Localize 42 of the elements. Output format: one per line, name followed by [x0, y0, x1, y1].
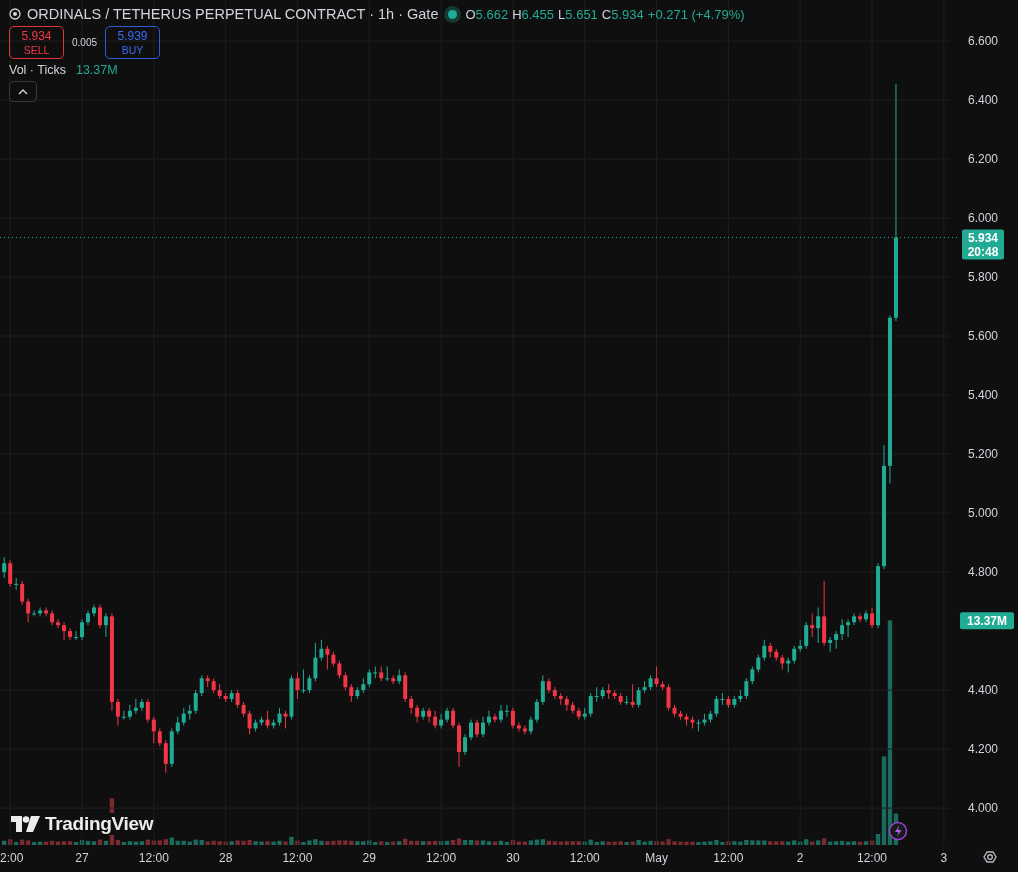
time-tick: May — [645, 851, 668, 865]
price-tick: 6.000 — [968, 211, 999, 226]
indicator-name: Vol · Ticks — [9, 63, 66, 77]
price-tick: 6.200 — [968, 152, 999, 167]
price-tick: 4.800 — [968, 565, 999, 580]
price-tick: 5.400 — [968, 388, 999, 403]
price-tick: 4.400 — [968, 683, 999, 698]
time-tick: 27 — [75, 851, 89, 865]
ohlc-value: H6.455 — [512, 6, 555, 22]
time-tick: 29 — [362, 851, 376, 865]
time-tick: 30 — [506, 851, 520, 865]
ohlc-value: O5.662 — [465, 6, 509, 22]
price-tick: 5.800 — [968, 270, 999, 285]
time-tick: 12:00 — [426, 851, 457, 865]
buy-button[interactable]: 5.939 BUY — [105, 26, 161, 59]
volume-label: 13.37M — [960, 612, 1014, 630]
time-tick: 2:00 — [0, 851, 24, 865]
price-change: +0.271 (+4.79%) — [647, 6, 745, 22]
spread-value: 0.005 — [72, 37, 98, 48]
time-tick: 12:00 — [138, 851, 169, 865]
price-tick: 6.400 — [968, 93, 999, 107]
time-tick: 12:00 — [282, 851, 313, 865]
price-tick: 5.000 — [968, 506, 999, 521]
indicator-value: 13.37M — [75, 63, 118, 77]
ref-line-label: 5.934 — [967, 230, 999, 245]
price-tick: 4.200 — [968, 742, 999, 757]
sell-button[interactable]: 5.934 SELL — [9, 26, 64, 59]
time-tick: 28 — [218, 851, 233, 865]
price-tick: 5.600 — [968, 329, 999, 344]
brand-name: TradingView — [45, 813, 154, 835]
price-tick: 6.600 — [968, 34, 999, 48]
time-tick: 12:00 — [713, 851, 744, 865]
ohlc-value: C5.934 — [601, 6, 644, 22]
time-tick: 12:00 — [857, 851, 888, 865]
price-tick: 5.200 — [968, 447, 999, 462]
ohlc-value: L5.651 — [558, 6, 598, 22]
time-tick: 3 — [940, 851, 948, 865]
symbol-title: ORDINALS / TETHERUS PERPETUAL CONTRACT · 1h · Gate — [27, 6, 439, 22]
price-tick: 4.000 — [968, 801, 999, 816]
last-price-label: 5.934 20:48 — [962, 229, 1004, 260]
time-tick: 2 — [796, 851, 804, 865]
time-tick: 12:00 — [569, 851, 600, 865]
